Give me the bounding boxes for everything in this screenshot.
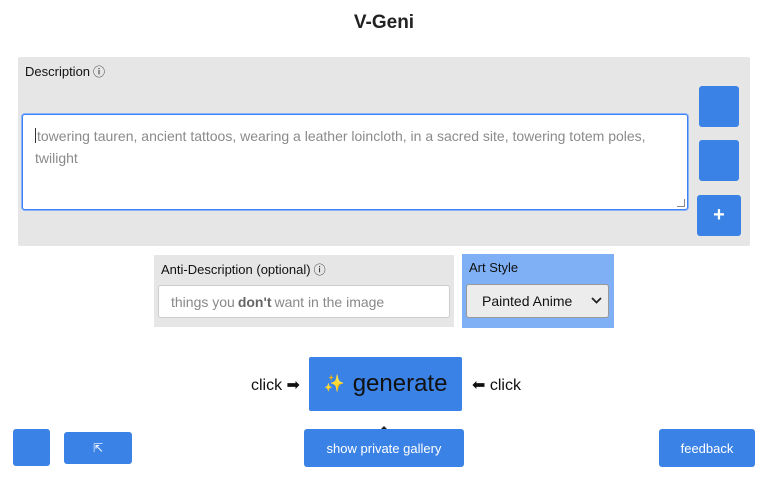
description-panel: Description ⓘ towering tauren, ancient t…: [18, 57, 750, 246]
sparkles-icon: ✨: [323, 374, 345, 394]
scroll-top-button[interactable]: ⇱: [64, 432, 132, 464]
arrow-up-left-icon: ⇱: [92, 441, 104, 455]
art-style-label: Art Style: [466, 260, 518, 275]
click-hint-left: click ➡: [251, 377, 300, 394]
chevron-down-icon: [591, 296, 602, 307]
anti-placeholder-bold: don't: [237, 293, 272, 310]
generate-button[interactable]: ✨ generate: [309, 357, 462, 411]
page-title: V-Geni: [353, 12, 415, 33]
text-caret: [35, 128, 36, 143]
click-hint-right: ⬅ click: [472, 377, 521, 394]
description-label-text: Description: [25, 64, 91, 79]
art-style-panel: Art Style Painted Anime: [462, 254, 614, 328]
anti-placeholder-post: want in the image: [274, 293, 385, 310]
settings-button[interactable]: [13, 429, 50, 466]
anti-description-label-text: Anti-Description (optional): [161, 262, 311, 277]
anti-description-input[interactable]: things you don't want in the image: [158, 285, 450, 318]
anti-placeholder-pre: things you: [171, 293, 235, 310]
art-style-label-text: Art Style: [469, 260, 519, 275]
anti-description-label: Anti-Description (optional) ⓘ: [158, 261, 326, 278]
anti-description-panel: Anti-Description (optional) ⓘ things you…: [154, 255, 454, 327]
description-placeholder: towering tauren, ancient tattoos, wearin…: [35, 128, 646, 166]
show-private-gallery-button[interactable]: show private gallery: [304, 429, 464, 467]
generate-label: generate: [352, 370, 448, 397]
feedback-label: feedback: [680, 440, 734, 456]
resize-handle[interactable]: [677, 199, 685, 207]
plus-icon: +: [713, 204, 725, 226]
art-style-select[interactable]: Painted Anime: [466, 284, 609, 318]
info-icon[interactable]: ⓘ: [93, 63, 105, 80]
feedback-button[interactable]: feedback: [659, 429, 755, 467]
description-textarea[interactable]: towering tauren, ancient tattoos, wearin…: [22, 114, 688, 210]
info-icon[interactable]: ⓘ: [314, 261, 326, 278]
description-label: Description ⓘ: [22, 63, 105, 80]
gallery-label: show private gallery: [326, 440, 442, 456]
random-description-button[interactable]: [699, 86, 739, 127]
art-style-selected: Painted Anime: [482, 293, 573, 309]
history-button[interactable]: [699, 140, 739, 181]
add-description-button[interactable]: +: [697, 195, 741, 236]
